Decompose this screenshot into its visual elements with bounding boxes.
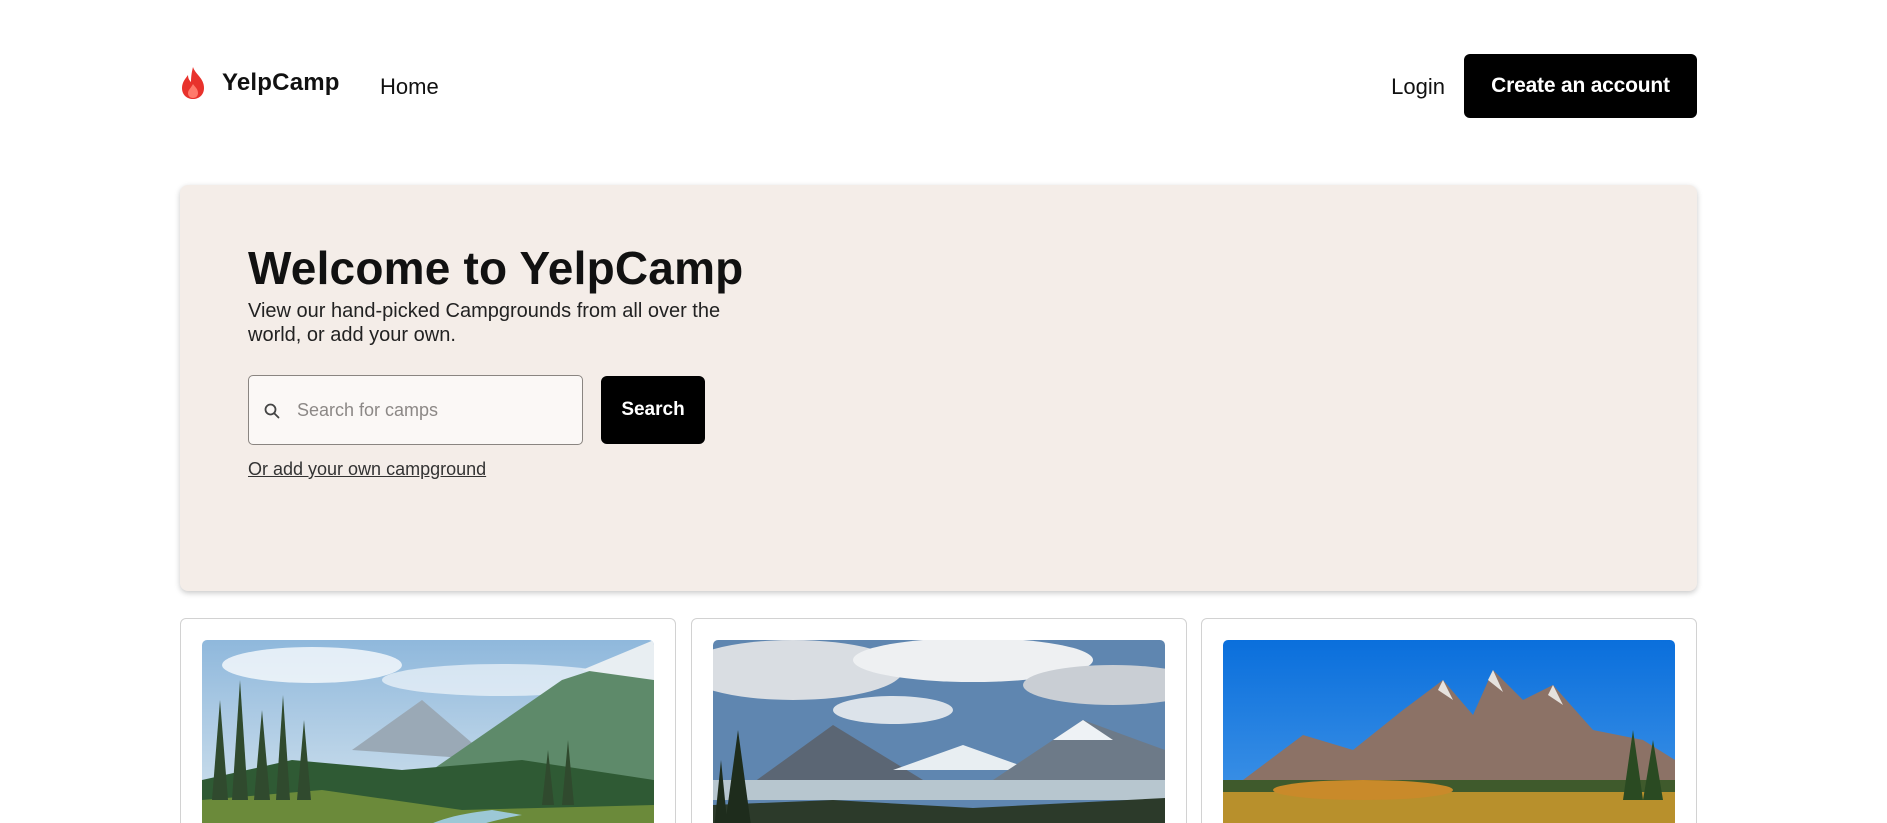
hero-subtitle: View our hand-picked Campgrounds from al… [248, 300, 721, 346]
flame-icon [180, 66, 206, 100]
campground-image [1223, 640, 1675, 823]
create-account-button[interactable]: Create an account [1464, 54, 1697, 118]
login-link[interactable]: Login [1391, 74, 1445, 100]
campground-image [202, 640, 654, 823]
hero-title: Welcome to YelpCamp [248, 242, 744, 294]
nav-home-link[interactable]: Home [380, 74, 439, 100]
hero-panel: Welcome to YelpCamp View our hand-picked… [180, 185, 1697, 591]
navbar: YelpCamp Home Login Create an account [180, 54, 1697, 118]
search-field[interactable] [248, 375, 583, 445]
campground-card[interactable] [180, 618, 676, 823]
campground-image [713, 640, 1165, 823]
search-button[interactable]: Search [601, 376, 705, 444]
brand-name: YelpCamp [222, 69, 340, 96]
brand-logo-link[interactable]: YelpCamp [180, 66, 340, 100]
search-icon [263, 402, 281, 420]
campground-card[interactable] [1201, 618, 1697, 823]
add-campground-link[interactable]: Or add your own campground [248, 459, 486, 480]
search-input[interactable] [297, 376, 567, 444]
campground-card[interactable] [691, 618, 1187, 823]
